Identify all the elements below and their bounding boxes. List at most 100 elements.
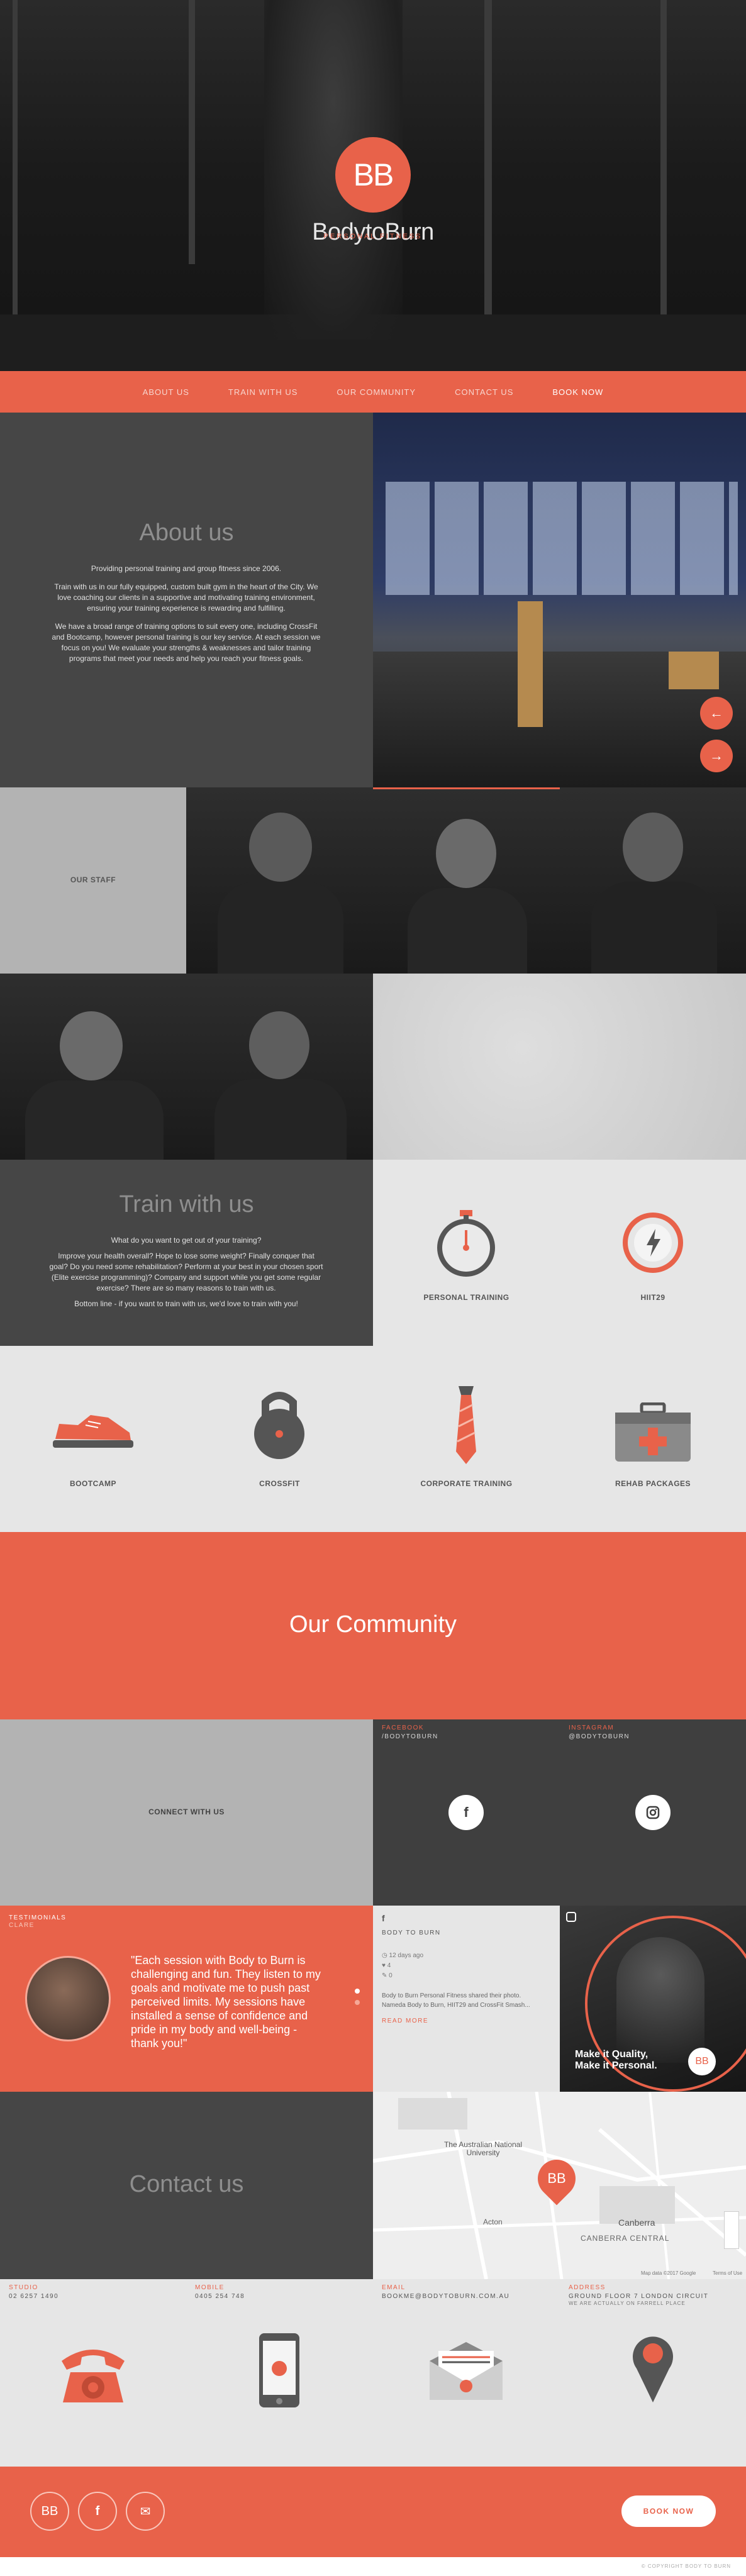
tile-bootcamp[interactable]: Bootcamp <box>0 1346 186 1532</box>
post-likes-count: 4 <box>387 1962 391 1969</box>
tile-rehab[interactable]: Rehab Packages <box>560 1346 746 1532</box>
tile-crossfit[interactable]: Crossfit <box>186 1346 373 1532</box>
testimonial-quote: "Each session with Body to Burn is chall… <box>131 1954 321 2050</box>
insta-caption-line2: Make it Personal. <box>575 2060 657 2071</box>
contact-mobile[interactable]: Mobile 0405 254 748 <box>186 2279 373 2467</box>
instagram-handle: @bodytoburn <box>569 1733 630 1740</box>
map-attribution: Map data ©2017 Google <box>641 2270 696 2276</box>
tile-corporate[interactable]: Corporate Training <box>373 1346 560 1532</box>
kettlebell-icon <box>254 1392 304 1459</box>
bolt-timer-icon <box>623 1213 683 1273</box>
slider-next-button[interactable]: → <box>700 740 733 772</box>
stopwatch-icon <box>437 1210 495 1277</box>
nav-community[interactable]: Our Community <box>337 387 416 397</box>
nav-book-now[interactable]: Book now <box>552 387 603 397</box>
footer-logo[interactable]: BB <box>30 2492 69 2531</box>
copyright: © Copyright Body to Burn <box>641 2563 731 2569</box>
mobile-icon <box>259 2333 299 2407</box>
facebook-tile[interactable]: Facebook /bodytoburn f <box>373 1719 560 1906</box>
contact-value[interactable]: Ground Floor 7 London Circuit <box>569 2293 708 2300</box>
post-time: ◷ 12 days ago <box>382 1952 423 1959</box>
testimonial-avatar <box>25 1956 111 2041</box>
gym-window <box>386 482 738 595</box>
footer: BB f ✉ Book Now <box>0 2467 746 2557</box>
about-p2: Train with us in our fully equipped, cus… <box>54 582 318 613</box>
staff-face <box>249 1011 309 1079</box>
staff-photo-2[interactable] <box>373 787 560 974</box>
instagram-tile[interactable]: Instagram @bodytoburn <box>560 1719 746 1906</box>
staff-body <box>214 1079 347 1160</box>
footer-facebook-button[interactable]: f <box>78 2492 117 2531</box>
post-read-more[interactable]: Read more <box>382 2018 428 2024</box>
contact-label: Mobile <box>195 2284 225 2291</box>
staff-photo-1[interactable] <box>186 787 373 974</box>
sneaker-icon <box>53 1415 133 1448</box>
map-terms[interactable]: Terms of Use <box>713 2270 742 2276</box>
train-p2: Improve your health overall? Hope to los… <box>49 1252 323 1292</box>
tile-label: Personal Training <box>423 1293 509 1302</box>
like-icon: ♥ <box>382 1962 387 1969</box>
contact-value[interactable]: 0405 254 748 <box>195 2293 245 2300</box>
logo-text: BB <box>353 157 394 192</box>
footer-book-now-button[interactable]: Book Now <box>621 2496 716 2527</box>
train-p3: Bottom line - if you want to train with … <box>74 1299 298 1308</box>
staff-photo-4[interactable] <box>0 974 186 1160</box>
nav-contact[interactable]: Contact us <box>455 387 513 397</box>
staff-face <box>623 813 683 882</box>
contact-address[interactable]: Address Ground Floor 7 London Circuit We… <box>560 2279 746 2467</box>
staff-body <box>408 888 527 974</box>
nav-about[interactable]: About us <box>143 387 189 397</box>
rack-beam <box>484 0 492 314</box>
tile-label: Bootcamp <box>70 1479 116 1488</box>
testimonial-label: Testimonials <box>9 1914 67 1921</box>
contact-label: Address <box>569 2284 606 2291</box>
facebook-post-tile[interactable]: f Body to Burn ◷ 12 days ago ♥ 4 ✎ 0 Bod… <box>373 1906 560 2092</box>
staff-photo-3[interactable] <box>560 787 746 974</box>
train-panel: Train with us What do you want to get ou… <box>0 1160 373 1346</box>
arrow-left-icon: ← <box>710 705 723 721</box>
testimonial-panel: Testimonials Clare "Each session with Bo… <box>0 1906 373 2092</box>
contact-value-note: We are actually on Farrell Place <box>569 2301 686 2306</box>
community-banner: Our Community <box>0 1532 746 1719</box>
slider-dot-active[interactable] <box>355 1989 360 1994</box>
gym-photo: ← → <box>373 413 746 787</box>
footer-logo-text: BB <box>41 2504 58 2518</box>
staff-photo-5[interactable] <box>186 974 373 1160</box>
about-p3: We have a broad range of training option… <box>52 622 321 663</box>
contact-value[interactable]: 02 6257 1490 <box>9 2293 58 2300</box>
staff-face <box>60 1011 123 1080</box>
footer-email-button[interactable]: ✉ <box>126 2492 165 2531</box>
slider-dot[interactable] <box>355 2000 360 2005</box>
contact-title: Contact us <box>129 2171 244 2197</box>
tile-label: Rehab Packages <box>615 1479 691 1488</box>
train-title: Train with us <box>119 1191 254 1218</box>
contact-email[interactable]: Email bookme@bodytoburn.com.au <box>373 2279 560 2467</box>
concrete-texture <box>373 974 746 1160</box>
map-label-canberra: Canberra <box>618 2218 655 2228</box>
instagram-post-tile[interactable]: Make it Quality, Make it Personal. BB <box>560 1906 746 2092</box>
map-label-acton: Acton <box>483 2218 503 2226</box>
contact-studio[interactable]: Studio 02 6257 1490 <box>0 2279 186 2467</box>
clock-icon: ◷ <box>382 1952 389 1959</box>
slider-prev-button[interactable]: ← <box>700 697 733 730</box>
nav-train[interactable]: Train with us <box>228 387 298 397</box>
contact-panel: Contact us <box>0 2092 373 2279</box>
athlete-photo <box>616 1937 704 2063</box>
hero-banner: BB BodytoBurn Personal Fitness <box>0 0 746 371</box>
contact-value[interactable]: bookme@bodytoburn.com.au <box>382 2293 509 2300</box>
arrow-right-icon: → <box>710 748 723 763</box>
plyo-box <box>669 652 719 689</box>
insta-caption-line1: Make it Quality, <box>575 2049 649 2060</box>
post-time-text: 12 days ago <box>389 1952 424 1959</box>
location-map[interactable]: The Australian National University Acton… <box>373 2092 746 2279</box>
brand-logo[interactable]: BB <box>335 137 411 213</box>
tile-hiit29[interactable]: HIIT29 <box>560 1160 746 1346</box>
about-p1: Providing personal training and group fi… <box>91 564 282 573</box>
facebook-icon[interactable]: f <box>448 1795 484 1830</box>
map-zoom-control[interactable] <box>724 2211 739 2249</box>
comment-icon: ✎ <box>382 1972 389 1979</box>
train-p1: What do you want to get out of your trai… <box>111 1236 262 1245</box>
instagram-icon[interactable] <box>635 1795 671 1830</box>
envelope-icon <box>430 2342 503 2400</box>
tile-personal-training[interactable]: Personal Training <box>373 1160 560 1346</box>
